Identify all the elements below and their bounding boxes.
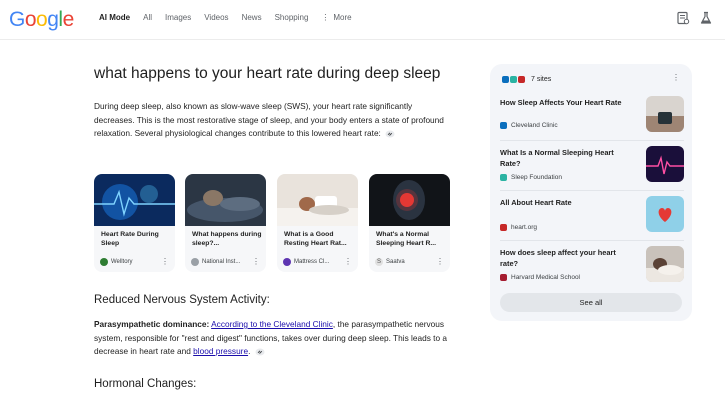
glowing-heart-thumbnail	[369, 174, 450, 226]
source-site-name: Harvard Medical School	[511, 274, 581, 281]
tab-more-label: More	[333, 13, 352, 22]
term-label: Parasympathetic dominance:	[94, 319, 210, 329]
sources-panel: 7 sites ⋮ How Sleep Affects Your Heart R…	[490, 64, 692, 321]
source-site-name: heart.org	[511, 224, 538, 231]
top-bar: Google AI Mode All Images Videos News Sh…	[0, 0, 725, 40]
section-paragraph: Parasympathetic dominance: According to …	[94, 318, 454, 359]
more-options-icon[interactable]: ⋮	[161, 258, 169, 266]
blood-pressure-link[interactable]: blood pressure	[193, 346, 248, 356]
notebook-icon[interactable]	[676, 11, 690, 25]
source-title: What Is a Normal Sleeping Heart Rate?	[500, 148, 614, 168]
cleveland-clinic-favicon	[500, 122, 507, 129]
tab-shopping[interactable]: Shopping	[275, 13, 309, 22]
image-cards: Heart Rate During Sleep Welltory ⋮ What …	[94, 174, 454, 274]
tab-images[interactable]: Images	[165, 13, 191, 22]
sleep-foundation-favicon	[510, 75, 517, 83]
source-site: Harvard Medical School	[500, 274, 580, 281]
cleveland-clinic-link[interactable]: According to the Cleveland Clinic	[211, 319, 333, 329]
source-item[interactable]: How Sleep Affects Your Heart Rate Clevel…	[500, 96, 684, 136]
tab-more[interactable]: ⋮ More	[321, 13, 351, 22]
section-heading: Reduced Nervous System Activity:	[94, 294, 270, 306]
image-card[interactable]: What happens during sleep?... National I…	[185, 174, 266, 272]
source-item[interactable]: How does sleep affect your heart rate? H…	[500, 246, 684, 286]
source-title: All About Heart Rate	[500, 198, 572, 207]
image-card[interactable]: What's a Normal Sleeping Heart R... S Sa…	[369, 174, 450, 272]
card-title: What's a Normal Sleeping Heart R...	[376, 231, 437, 247]
heart-on-blue-image	[646, 196, 684, 232]
source-site-name: Cleveland Clinic	[511, 122, 558, 129]
cleveland-favicon	[502, 75, 509, 83]
tab-ai-mode[interactable]: AI Mode	[99, 13, 130, 22]
panel-more-icon[interactable]: ⋮	[672, 73, 680, 82]
harvard-favicon	[500, 274, 507, 281]
sites-header[interactable]: 7 sites	[502, 73, 551, 85]
divider	[500, 190, 684, 191]
labs-flask-icon[interactable]	[699, 11, 713, 25]
source-item[interactable]: What Is a Normal Sleeping Heart Rate? Sl…	[500, 146, 684, 186]
section-heading: Hormonal Changes:	[94, 378, 197, 390]
welltory-favicon	[100, 258, 108, 266]
card-title: Heart Rate During Sleep	[101, 231, 159, 247]
heartbeat-line-image	[646, 146, 684, 182]
source-item[interactable]: All About Heart Rate heart.org	[500, 196, 684, 236]
resting-person-thumbnail	[277, 174, 358, 226]
watch-wrist-image	[646, 96, 684, 132]
search-tabs: AI Mode All Images Videos News Shopping …	[99, 13, 365, 22]
card-source-name: Welltory	[111, 259, 133, 265]
more-options-icon[interactable]: ⋮	[436, 258, 444, 266]
card-source-name: Saatva	[386, 259, 405, 265]
tab-all[interactable]: All	[143, 13, 152, 22]
query-title: what happens to your heart rate during d…	[94, 65, 441, 82]
divider	[500, 140, 684, 141]
heart-org-favicon	[518, 75, 525, 83]
sleeping-woman-image	[646, 246, 684, 282]
more-options-icon[interactable]: ⋮	[252, 258, 260, 266]
nih-favicon	[191, 258, 199, 266]
image-card[interactable]: What is a Good Resting Heart Rat... Matt…	[277, 174, 358, 272]
image-card[interactable]: Heart Rate During Sleep Welltory ⋮	[94, 174, 175, 272]
intro-paragraph: During deep sleep, also known as slow-wa…	[94, 100, 446, 141]
source-site-name: Sleep Foundation	[511, 174, 562, 181]
source-site: heart.org	[500, 224, 537, 231]
more-vert-icon: ⋮	[321, 13, 330, 22]
tab-videos[interactable]: Videos	[204, 13, 228, 22]
link-icon[interactable]	[255, 348, 265, 356]
card-source-name: Mattress Cl...	[294, 259, 330, 265]
heart-rate-thumbnail	[94, 174, 175, 226]
google-logo[interactable]: Google	[9, 8, 74, 32]
source-site: Sleep Foundation	[500, 174, 562, 181]
tab-news[interactable]: News	[242, 13, 262, 22]
card-title: What happens during sleep?...	[192, 231, 262, 247]
ai-overview: what happens to your heart rate during d…	[94, 64, 454, 390]
source-title: How does sleep affect your heart rate?	[500, 248, 616, 268]
sleeping-person-thumbnail	[185, 174, 266, 226]
divider	[500, 240, 684, 241]
paragraph-end: .	[248, 346, 251, 356]
more-options-icon[interactable]: ⋮	[344, 258, 352, 266]
card-source-name: National Inst...	[202, 259, 241, 265]
mattress-clarity-favicon	[283, 258, 291, 266]
card-title: What is a Good Resting Heart Rat...	[284, 231, 347, 247]
heart-org-favicon	[500, 224, 507, 231]
source-site: Cleveland Clinic	[500, 122, 558, 129]
source-title: How Sleep Affects Your Heart Rate	[500, 98, 622, 107]
link-icon[interactable]	[385, 130, 395, 138]
sleep-foundation-favicon	[500, 174, 507, 181]
saatva-favicon: S	[375, 258, 383, 266]
see-all-button[interactable]: See all	[500, 293, 682, 312]
sites-count: 7 sites	[531, 75, 552, 83]
